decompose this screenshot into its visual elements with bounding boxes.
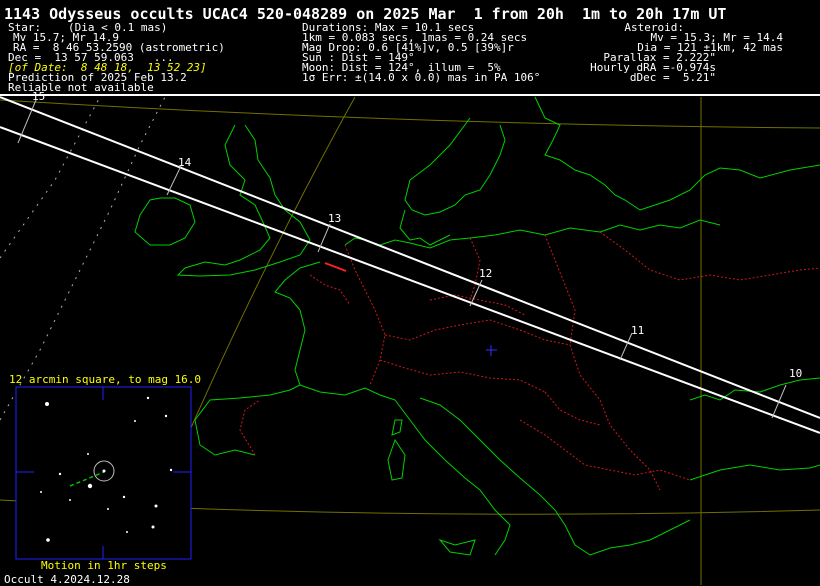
coast-iberia	[194, 389, 291, 456]
path-error: 1σ Err: ±(14.0 x 0.0) mas in PA 106°	[302, 71, 541, 84]
coast-norway	[404, 117, 506, 216]
star	[126, 531, 128, 533]
time-tick-label-11: 11	[631, 324, 644, 337]
uncertainty-limit-west-2	[0, 96, 166, 421]
inset-footer: Motion in 1hr steps	[41, 559, 167, 572]
border-central	[384, 319, 571, 346]
time-tick-11	[619, 332, 633, 361]
border-france-germany	[344, 244, 386, 386]
border-benelux	[309, 274, 351, 306]
border-balkans-2	[519, 419, 691, 481]
border-east	[544, 234, 661, 491]
time-tick-label-10: 10	[789, 367, 802, 380]
star	[169, 468, 173, 472]
coast-italy	[379, 394, 511, 556]
star	[45, 402, 49, 406]
star	[122, 495, 126, 499]
star	[69, 499, 71, 501]
border-ukraine	[599, 231, 820, 281]
star-chart-inset	[15, 386, 192, 560]
coast-adriatic	[419, 397, 556, 511]
star	[87, 453, 89, 455]
national-borders	[239, 231, 820, 491]
path-limit-dotted	[0, 96, 166, 421]
coast-ireland	[134, 197, 196, 246]
reliability-note: Reliable not available	[8, 81, 154, 94]
star	[40, 491, 42, 493]
star	[146, 396, 150, 400]
software-version: Occult 4.2024.12.28	[4, 573, 130, 586]
uncertainty-limit-west-1	[0, 96, 101, 259]
coast-mediterranean-west	[299, 384, 381, 396]
star	[87, 483, 93, 489]
star	[154, 504, 158, 508]
path-north-limit	[0, 96, 820, 419]
star	[107, 508, 109, 510]
coast-black-sea-south	[689, 464, 820, 481]
star	[164, 414, 168, 418]
coast-black-sea	[689, 377, 820, 401]
coast-france-atlantic	[274, 261, 321, 391]
inset-title: 12 arcmin square, to mag 16.0	[9, 373, 202, 386]
latitude-line-north	[0, 99, 820, 129]
coast-continent-north	[344, 227, 601, 249]
target-star	[102, 469, 106, 473]
time-tick-14	[166, 165, 182, 196]
coast-baltic	[599, 219, 721, 233]
coast-corsica	[391, 419, 403, 436]
star	[134, 420, 136, 422]
asteroid-ddec: dDec = 5.21"	[629, 71, 716, 84]
coast-balkans	[554, 509, 691, 556]
time-tick-label-12: 12	[479, 267, 492, 280]
coast-sardinia	[387, 438, 406, 481]
star	[58, 472, 62, 476]
border-alps	[379, 359, 546, 393]
coast-scandinavia	[534, 96, 820, 211]
observer-cross-icon	[486, 345, 497, 356]
time-tick-10	[771, 384, 787, 419]
star	[46, 538, 50, 542]
star-position-marker	[324, 262, 347, 272]
star	[151, 525, 155, 529]
time-tick-labels: 151413121110	[32, 90, 802, 380]
time-tick-label-13: 13	[328, 212, 341, 225]
border-balkans-1	[544, 391, 601, 426]
time-ticks	[17, 99, 787, 419]
border-iberia	[239, 399, 261, 456]
time-tick-label-14: 14	[178, 156, 192, 169]
coast-sicily	[438, 538, 476, 556]
